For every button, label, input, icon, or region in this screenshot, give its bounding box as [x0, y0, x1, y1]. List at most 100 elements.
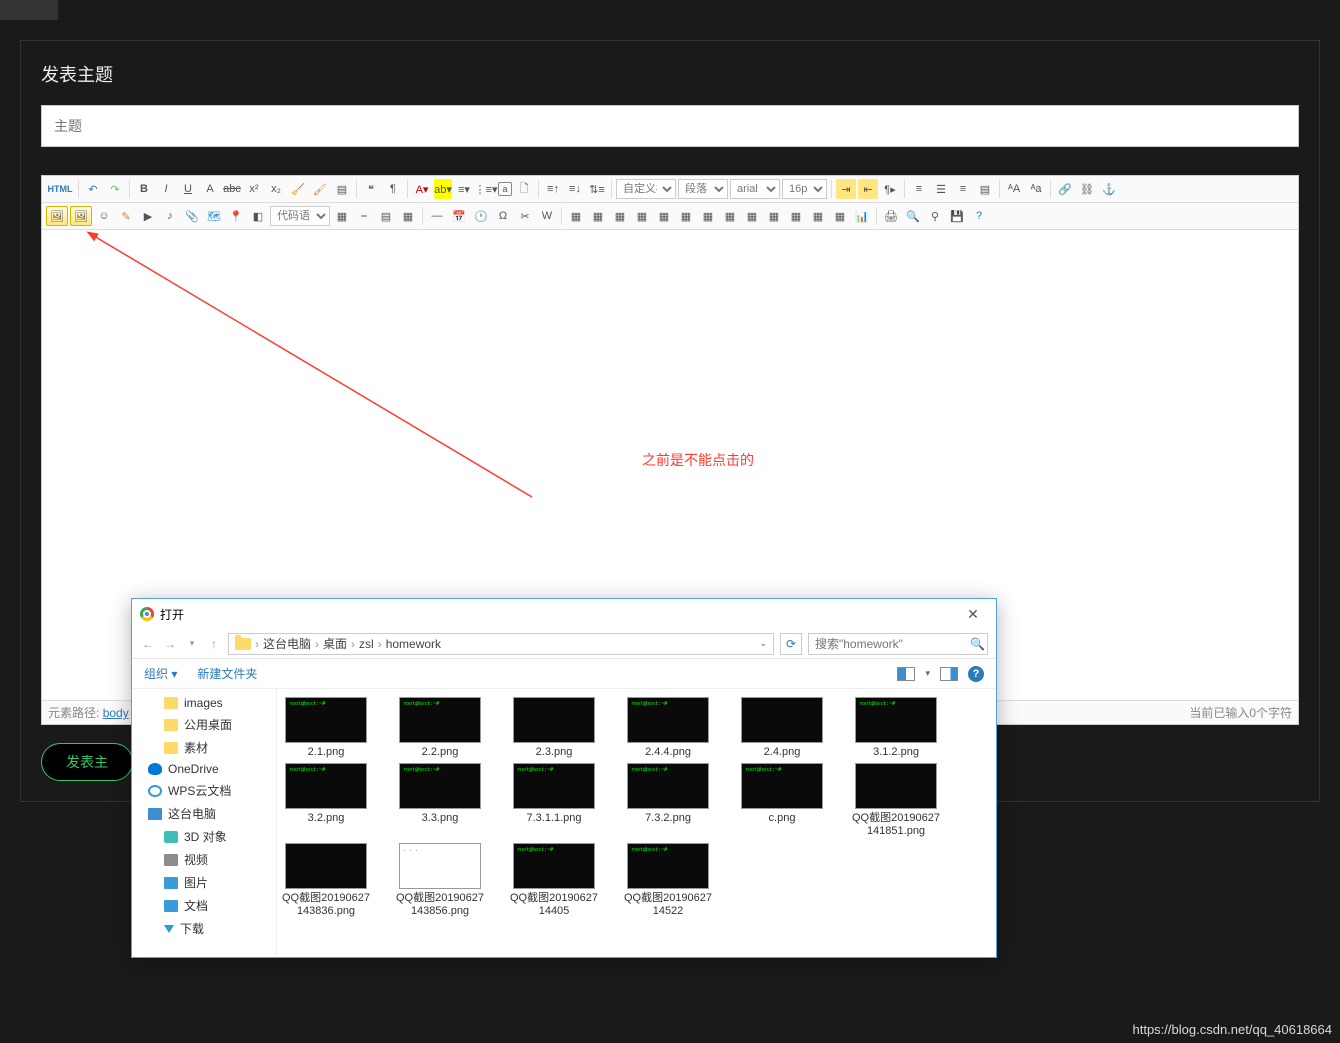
searchreplace-icon[interactable]: ⚲ [925, 206, 945, 226]
template-icon[interactable]: ▤ [376, 206, 396, 226]
file-item[interactable]: root@host:~#3.1.2.png [851, 697, 941, 759]
paragraph-select[interactable]: 段落 [678, 179, 728, 199]
file-item[interactable]: root@host:~#QQ截图2019062714522 [623, 843, 713, 918]
ordered-list-icon[interactable]: ≡▾ [454, 179, 474, 199]
sidebar-item[interactable]: 公用桌面 [132, 713, 276, 736]
file-item[interactable]: root@host:~#3.3.png [395, 763, 485, 838]
font-family-select[interactable]: arial [730, 179, 780, 199]
file-item[interactable]: root@host:~#2.2.png [395, 697, 485, 759]
pagebreak-icon[interactable]: ⎯ [354, 206, 374, 226]
refresh-icon[interactable]: ⟳ [780, 633, 802, 655]
directionality-icon[interactable]: ¶▸ [880, 179, 900, 199]
file-item[interactable]: 2.3.png [509, 697, 599, 759]
submit-button[interactable]: 发表主 [41, 743, 133, 781]
link-icon[interactable]: 🔗 [1055, 179, 1075, 199]
search-input[interactable] [815, 637, 970, 651]
align-center-icon[interactable]: ☰ [931, 179, 951, 199]
sidebar-item[interactable]: 文档 [132, 894, 276, 917]
file-item[interactable]: root@host:~#3.2.png [281, 763, 371, 838]
splittocells-icon[interactable]: ▦ [786, 206, 806, 226]
pasteplain-icon[interactable]: ¶ [383, 179, 403, 199]
nav-forward-icon[interactable]: → [162, 637, 178, 651]
file-item[interactable]: QQ截图20190627143836.png [281, 843, 371, 918]
blockquote-icon[interactable]: ❝ [361, 179, 381, 199]
spechars-icon[interactable]: Ω [493, 206, 513, 226]
splittorows-icon[interactable]: ▦ [808, 206, 828, 226]
backcolor-icon[interactable]: ab▾ [434, 179, 452, 199]
code-lang-select[interactable]: 代码语言 [270, 206, 330, 226]
organize-button[interactable]: 组织 ▾ [144, 665, 177, 682]
sidebar-item[interactable]: 下载 [132, 917, 276, 940]
sidebar-item[interactable]: 这台电脑 [132, 802, 276, 825]
unordered-list-icon[interactable]: ⋮≡▾ [476, 179, 496, 199]
inserttable-icon[interactable]: ▦ [566, 206, 586, 226]
single-image-icon[interactable]: 🖼 [46, 206, 68, 226]
align-justify-icon[interactable]: ▤ [975, 179, 995, 199]
preview-pane-icon[interactable] [940, 667, 958, 681]
sidebar-item[interactable]: WPS云文档 [132, 779, 276, 802]
remove-format-icon[interactable]: 🧹 [288, 179, 308, 199]
italic-icon[interactable]: I [156, 179, 176, 199]
html-source-button[interactable]: HTML [46, 179, 74, 199]
indent-icon[interactable]: ⇥ [836, 179, 856, 199]
element-path-link[interactable]: body [103, 706, 129, 720]
nav-recent-icon[interactable]: ▾ [184, 638, 200, 649]
mergedown-icon[interactable]: ▦ [764, 206, 784, 226]
file-item[interactable]: root@host:~#QQ截图2019062714405 [509, 843, 599, 918]
map-icon[interactable]: 🗺 [204, 206, 224, 226]
drafts-icon[interactable]: 💾 [947, 206, 967, 226]
format-match-icon[interactable]: 🖌 [310, 179, 330, 199]
sidebar-item[interactable]: 3D 对象 [132, 825, 276, 848]
search-box[interactable]: 🔍 [808, 633, 988, 655]
selectall-icon[interactable]: a [498, 182, 512, 196]
font-border-icon[interactable]: A [200, 179, 220, 199]
forecolor-icon[interactable]: A▾ [412, 179, 432, 199]
preview-icon[interactable]: 🔍 [903, 206, 923, 226]
multi-image-icon[interactable]: 🖼 [70, 206, 92, 226]
unlink-icon[interactable]: ⛓ [1077, 179, 1097, 199]
autotypeset-icon[interactable]: ▤ [332, 179, 352, 199]
attachment-icon[interactable]: 📎 [182, 206, 202, 226]
nav-back-icon[interactable]: ← [140, 637, 156, 651]
insertrow-icon[interactable]: ▦ [632, 206, 652, 226]
music-icon[interactable]: ♪ [160, 206, 180, 226]
deletetable-icon[interactable]: ▦ [588, 206, 608, 226]
topic-input[interactable] [41, 105, 1299, 147]
mergecells-icon[interactable]: ▦ [720, 206, 740, 226]
insertcol-icon[interactable]: ▦ [676, 206, 696, 226]
anchor-icon[interactable]: ⚓ [1099, 179, 1119, 199]
file-item[interactable]: 2.4.png [737, 697, 827, 759]
file-item[interactable]: QQ截图20190627141851.png [851, 763, 941, 838]
video-icon[interactable]: ▶ [138, 206, 158, 226]
sidebar-item[interactable]: OneDrive [132, 759, 276, 779]
rowspacingtop-icon[interactable]: ≡↑ [543, 179, 563, 199]
print-icon[interactable]: 🖨 [881, 206, 901, 226]
align-left-icon[interactable]: ≡ [909, 179, 929, 199]
webapp-icon[interactable]: ▦ [332, 206, 352, 226]
deletecol-icon[interactable]: ▦ [698, 206, 718, 226]
horizontal-icon[interactable]: — [427, 206, 447, 226]
underline-icon[interactable]: U [178, 179, 198, 199]
sidebar-item[interactable]: images [132, 693, 276, 713]
sidebar-item[interactable]: 视频 [132, 848, 276, 871]
close-icon[interactable]: ✕ [958, 606, 988, 623]
deleterow-icon[interactable]: ▦ [654, 206, 674, 226]
splittocols-icon[interactable]: ▦ [830, 206, 850, 226]
scrawl-icon[interactable]: ✎ [116, 206, 136, 226]
search-icon[interactable]: 🔍 [970, 637, 985, 651]
file-item[interactable]: root@host:~#2.4.4.png [623, 697, 713, 759]
file-item[interactable]: root@host:~#7.3.2.png [623, 763, 713, 838]
sidebar-item[interactable]: 图片 [132, 871, 276, 894]
charts-icon[interactable]: 📊 [852, 206, 872, 226]
strikethrough-icon[interactable]: abc [222, 179, 242, 199]
snapscreen-icon[interactable]: ✂ [515, 206, 535, 226]
subscript-icon[interactable]: x₂ [266, 179, 286, 199]
help-icon[interactable]: ? [968, 666, 984, 682]
redo-icon[interactable]: ↷ [105, 179, 125, 199]
wordimage-icon[interactable]: W [537, 206, 557, 226]
rowspacingbottom-icon[interactable]: ≡↓ [565, 179, 585, 199]
undo-icon[interactable]: ↶ [83, 179, 103, 199]
mergeright-icon[interactable]: ▦ [742, 206, 762, 226]
superscript-icon[interactable]: x² [244, 179, 264, 199]
gmap-icon[interactable]: 📍 [226, 206, 246, 226]
